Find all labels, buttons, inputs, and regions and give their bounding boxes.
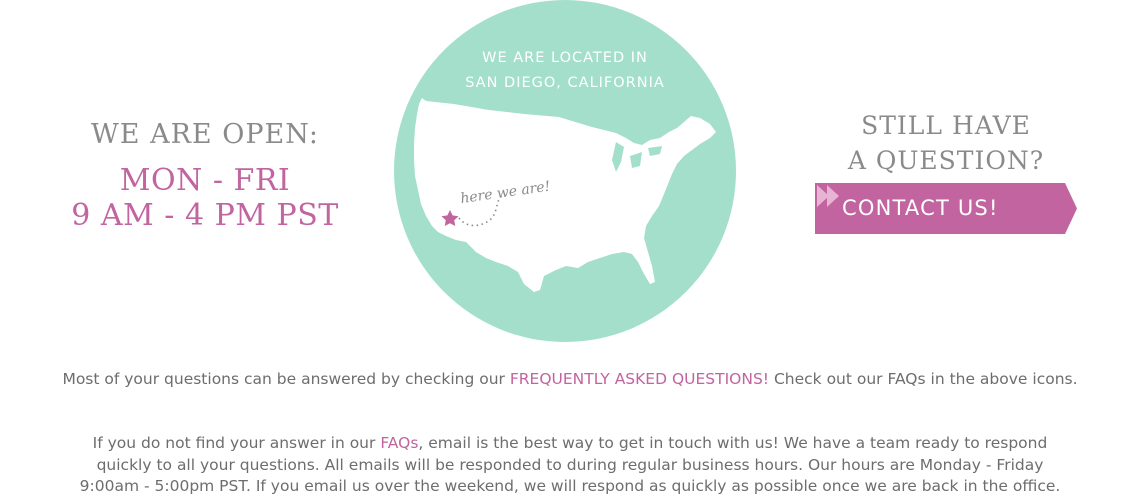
contact-us-button[interactable]: CONTACT US! xyxy=(815,183,1077,234)
double-chevron-right-icon xyxy=(817,185,839,207)
question-line1: STILL HAVE xyxy=(861,111,1031,140)
contact-button-label: CONTACT US! xyxy=(842,196,999,220)
business-hours: WE ARE OPEN: MON - FRI 9 AM - 4 PM PST xyxy=(55,118,355,233)
faq-sentence-end: Check out our FAQs in the above icons. xyxy=(769,370,1078,388)
email-line-2: quickly to all your questions. All email… xyxy=(96,455,1044,474)
faq-sentence: Most of your questions can be answered b… xyxy=(0,368,1140,390)
location-caption-line2: SAN DIEGO, CALIFORNIA xyxy=(465,75,665,91)
question-prompt: STILL HAVE A QUESTION? xyxy=(815,108,1077,178)
question-line2: A QUESTION? xyxy=(847,146,1045,175)
hours-heading: WE ARE OPEN: xyxy=(91,119,319,150)
location-caption: WE ARE LOCATED IN SAN DIEGO, CALIFORNIA xyxy=(394,46,736,96)
hours-time: 9 AM - 4 PM PST xyxy=(71,198,339,233)
email-line-3: 9:00am - 5:00pm PST. If you email us ove… xyxy=(79,477,1061,495)
location-caption-line1: WE ARE LOCATED IN xyxy=(482,50,648,66)
email-line-1-start: If you do not find your answer in our xyxy=(92,434,381,452)
faq-sentence-start: Most of your questions can be answered b… xyxy=(62,370,510,388)
email-line-1: If you do not find your answer in our FA… xyxy=(12,433,1128,455)
email-info-paragraph: If you do not find your answer in our FA… xyxy=(12,433,1128,498)
hours-days: MON - FRI xyxy=(119,163,291,198)
faqs-link[interactable]: FAQs xyxy=(380,434,418,452)
email-line-1-end: , email is the best way to get in touch … xyxy=(418,434,1048,452)
faq-link[interactable]: FREQUENTLY ASKED QUESTIONS! xyxy=(510,370,769,388)
